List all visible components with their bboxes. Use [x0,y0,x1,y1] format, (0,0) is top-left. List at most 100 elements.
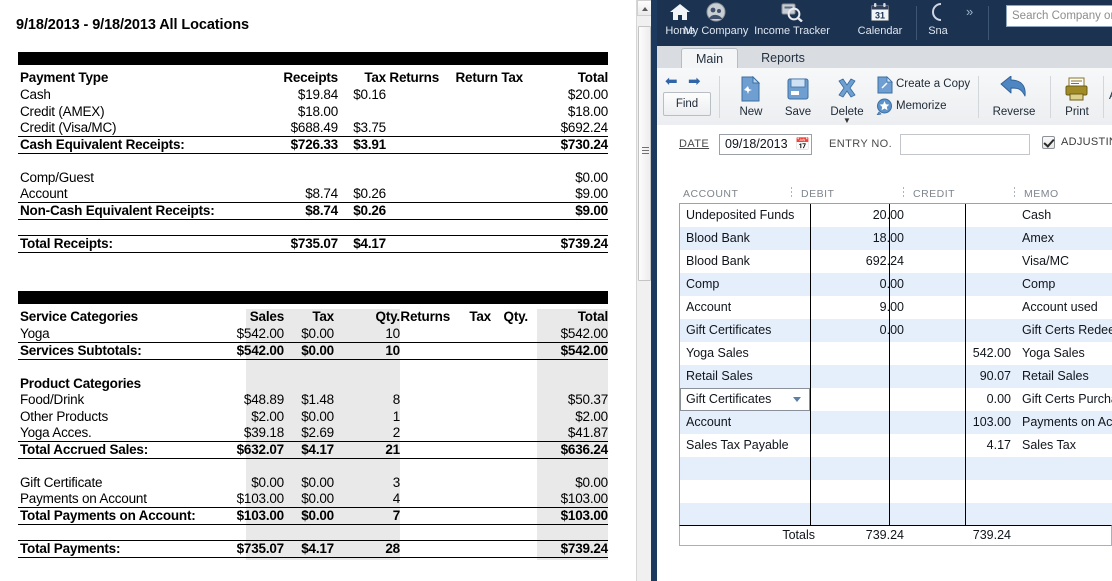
find-button[interactable]: Find [663,92,711,116]
table-cell: $730.24 [560,136,609,152]
table-cell: $0.00 [301,491,334,506]
grid-cell-credit: 90.07 [979,369,1011,383]
categories-col-header: Qty. [375,309,401,324]
adjusting-entry-checkbox[interactable] [1042,136,1055,149]
grid-row[interactable] [680,457,1112,480]
grid-totals-row: Totals 739.24 739.24 [679,525,1112,546]
grid-row[interactable]: Sales Tax Payable 4.17 Sales Tax [680,434,1112,457]
grid-row[interactable]: Gift Certificates0.00Gift Certs Redeemed [680,319,1112,342]
table-cell: Total Receipts: [20,235,113,251]
scroll-up-arrow-icon[interactable] [637,0,652,16]
table-cell: Yoga [20,326,50,341]
delete-x-icon [822,76,872,105]
payments-col-header: Return Tax [455,70,523,85]
table-cell: Account [20,186,68,201]
journal-entry-grid[interactable]: Undeposited Funds20.00CashBlood Bank18.0… [679,203,1112,526]
grid-row[interactable] [680,480,1112,503]
table-cell: $636.24 [560,441,609,457]
table-cell: $0.00 [301,326,334,341]
iconbar-overflow-icon[interactable]: » [966,4,973,19]
grid-cell-account: Blood Bank [686,254,750,268]
grid-cell-account: Gift Certificates [686,323,772,337]
calendar-picker-icon[interactable]: 📅 [795,137,810,151]
grid-row[interactable]: Blood Bank 692.24 Visa/MC [680,250,1112,273]
grid-row[interactable]: Account 103.00 Payments on Account [680,411,1112,434]
iconbar-item-sna[interactable]: Sna [918,2,958,37]
table-cell: Credit (Visa/MC) [20,120,117,135]
grid-cell-account: Blood Bank [686,231,750,245]
grid-header-account: ACCOUNT [683,188,739,200]
grid-row[interactable]: Blood Bank18.00Amex [680,227,1112,250]
grid-row[interactable]: Account 9.00 Account used [680,296,1112,319]
grid-cell-account: Comp [686,277,720,291]
table-row: Comp/Guest $0.00 [0,170,636,187]
save-button[interactable]: Save [776,76,820,118]
table-row: Gift Certificate $0.00 $0.00 3 $0.00 [0,475,636,492]
table-cell: $735.07 [290,235,339,251]
table-cell: $726.33 [290,136,339,152]
snapshot-icon [918,2,958,24]
chevron-down-icon[interactable] [793,397,801,402]
table-cell: Cash Equivalent Receipts: [20,136,185,152]
previous-arrow-icon[interactable]: ⬅ [665,72,678,90]
table-cell: Yoga Acces. [20,425,92,440]
grid-column-headers: ACCOUNT DEBIT CREDIT MEMO [679,186,1112,202]
scrollbar-thumb[interactable] [638,26,651,281]
grid-row[interactable]: Yoga Sales 542.00 Yoga Sales [680,342,1112,365]
totals-credit: 739.24 [972,528,1011,542]
tab-reports[interactable]: Reports [744,48,822,68]
iconbar-item-income-tracker[interactable]: Income Tracker [748,2,836,37]
table-row: Payments on Account $103.00 $0.00 4 $103.00 [0,491,636,508]
table-cell: $542.00 [560,342,609,358]
table-row: Product Categories [0,376,636,393]
table-cell: $103.00 [236,491,285,506]
new-button[interactable]: New [730,75,772,118]
journal-entry-header: DATE 09/18/2013 📅 ENTRY NO. ADJUSTING EN… [657,125,1112,165]
next-arrow-icon[interactable]: ➡ [688,72,701,90]
table-row: Cash $19.84 $0.16 $20.00 [0,87,636,104]
table-cell: Comp/Guest [20,169,94,185]
my-company-icon [679,2,753,24]
search-input[interactable]: Search Company or He [1006,5,1112,27]
table-cell: $688.49 [290,120,339,135]
tab-main[interactable]: Main [681,48,738,69]
grid-row[interactable]: Retail Sales 90.07 Retail Sales [680,365,1112,388]
grid-row[interactable] [680,503,1112,526]
grid-row[interactable]: Comp 0.00 Comp [680,273,1112,296]
table-cell: $735.07 [236,540,285,556]
print-button-label: Print [1065,106,1089,118]
table-cell: $739.24 [560,540,609,556]
memorize-label: Memorize [896,100,947,112]
table-cell: $0.00 [575,169,608,185]
report-vertical-scrollbar[interactable] [636,0,652,581]
grid-row[interactable]: Undeposited Funds20.00Cash [680,204,1112,227]
grid-divider-credit [889,204,890,526]
print-button[interactable]: Print [1056,76,1098,118]
report-table2-header-bar [18,291,608,304]
table-cell: $0.26 [353,186,386,201]
table-row: Account $8.74 $0.26 $9.00 [0,186,636,203]
grid-cell-memo: Retail Sales [1022,369,1089,383]
table-cell: $0.00 [251,474,284,490]
grid-cell-credit: 0.00 [986,392,1011,406]
table-row: Services Subtotals: $542.00 $0.00 10 $542.00 [0,343,636,360]
grid-cell-memo: Comp [1022,277,1056,291]
subtotal-rule [18,201,608,203]
iconbar-item-calendar[interactable]: 31 Calendar [850,2,910,37]
table-cell: $1.48 [301,392,334,407]
subtotal-rule [18,440,608,442]
svg-text:31: 31 [875,11,885,21]
iconbar-item-my-company[interactable]: My Company [679,2,753,37]
table-row: Non-Cash Equivalent Receipts: $8.74 $0.26 $… [0,203,636,220]
table-cell: $0.00 [301,342,334,358]
totals-label: Totals [782,528,815,542]
table-cell: $19.84 [297,87,338,102]
reverse-button[interactable]: Reverse [984,75,1044,118]
entry-no-input[interactable] [900,134,1030,155]
adjusting-entry-label: ADJUSTING ENT [1061,136,1112,148]
categories-col-header: Returns [400,309,450,324]
delete-button[interactable]: Delete ▼ [822,76,872,125]
grid-cell-memo: Visa/MC [1022,254,1070,268]
table-cell: $4.17 [353,235,386,251]
grid-row[interactable]: Gift Certificates 0.00 Gift Certs Purchase… [680,388,1112,411]
